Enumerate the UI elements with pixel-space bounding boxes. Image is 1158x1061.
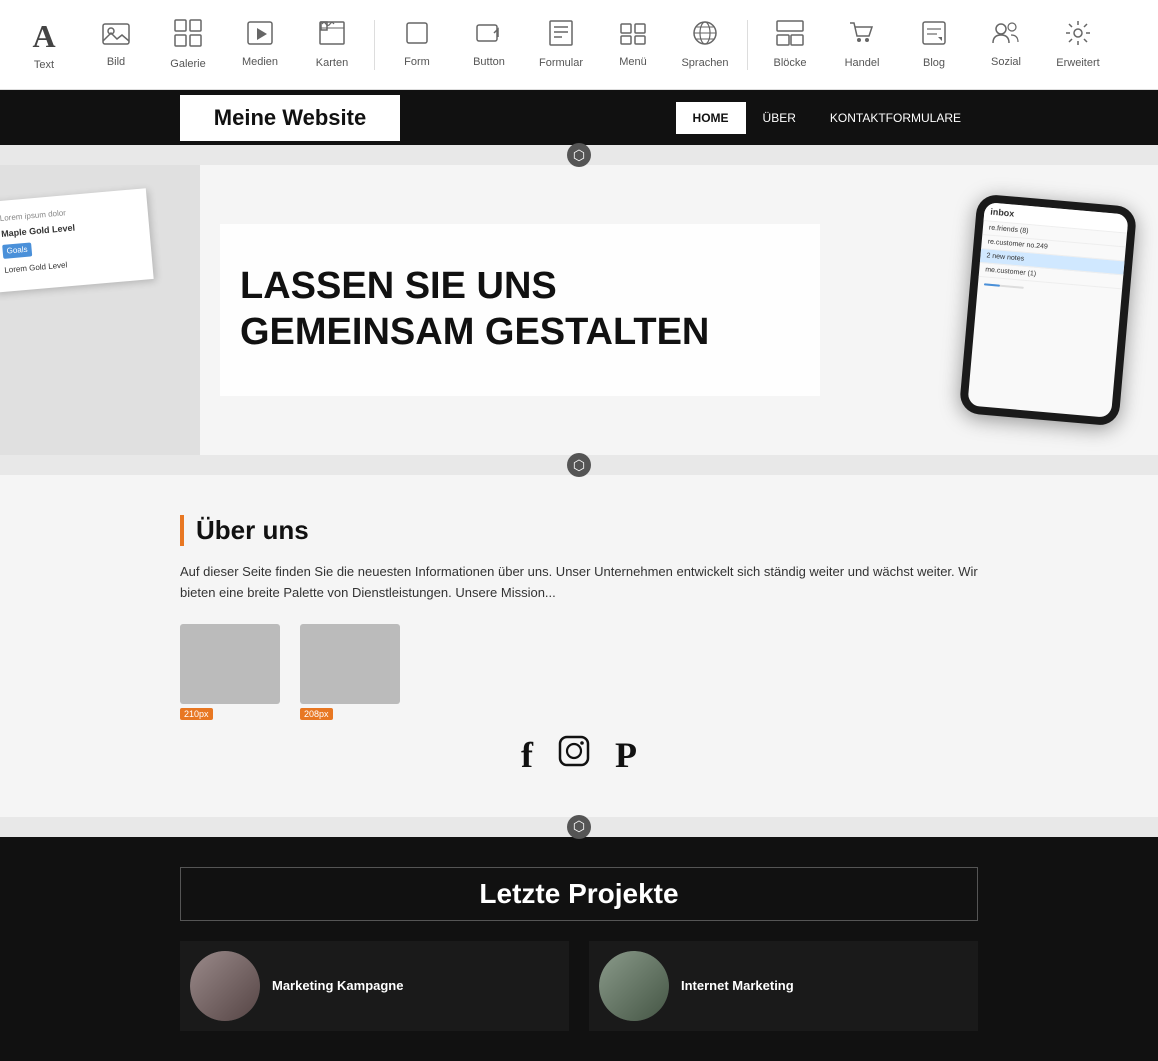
toolbar-label-button: Button xyxy=(473,56,505,68)
toolbar-item-text[interactable]: A Text xyxy=(10,7,78,82)
toolbar-label-galerie: Galerie xyxy=(170,58,205,70)
toolbar-label-text: Text xyxy=(34,59,54,71)
project-thumb-1 xyxy=(599,951,669,1021)
hero-title: LASSEN SIE UNS GEMEINSAM GESTALTEN xyxy=(240,264,800,355)
handel-icon xyxy=(849,20,875,53)
hero-content: LASSEN SIE UNS GEMEINSAM GESTALTEN xyxy=(220,224,820,395)
project-card-0: Marketing Kampagne xyxy=(180,941,569,1031)
toolbar: A Text Bild Galerie Medien Karten Form xyxy=(0,0,1158,90)
toolbar-label-formular: Formular xyxy=(539,57,583,69)
resize-handle-nav[interactable]: ⬡ xyxy=(0,145,1158,165)
instagram-icon[interactable] xyxy=(557,734,591,777)
about-image-2 xyxy=(300,624,400,704)
nav-link-ueber[interactable]: ÜBER xyxy=(746,102,813,134)
toolbar-divider-2 xyxy=(747,20,748,70)
toolbar-label-blog: Blog xyxy=(923,57,945,69)
about-social: f P xyxy=(180,734,978,777)
nav-link-home[interactable]: HOME xyxy=(676,102,746,134)
toolbar-label-bloecke: Blöcke xyxy=(773,57,806,69)
about-images: 210px 208px xyxy=(180,624,978,724)
about-text: Auf dieser Seite finden Sie die neuesten… xyxy=(180,562,978,604)
medien-icon xyxy=(247,21,273,52)
bild-icon xyxy=(102,21,130,52)
toolbar-item-handel[interactable]: Handel xyxy=(828,7,896,82)
form-icon xyxy=(405,21,429,52)
sprachen-icon xyxy=(692,20,718,53)
site-navigation: Meine Website HOME ÜBER KONTAKTFORMULARE xyxy=(0,90,1158,145)
image-size-label-1: 210px xyxy=(180,708,213,720)
hero-section: Lorem ipsum dolor Maple Gold Level Goals… xyxy=(0,165,1158,455)
pinterest-icon[interactable]: P xyxy=(615,734,637,776)
button-icon xyxy=(476,21,502,52)
resize-btn-nav[interactable]: ⬡ xyxy=(567,143,591,167)
nav-links: HOME ÜBER KONTAKTFORMULARE xyxy=(676,102,978,134)
toolbar-item-medien[interactable]: Medien xyxy=(226,7,294,82)
toolbar-label-menue: Menü xyxy=(619,56,647,68)
toolbar-item-galerie[interactable]: Galerie xyxy=(154,7,222,82)
karten-icon xyxy=(319,20,345,53)
sticky-note: Lorem ipsum dolor Maple Gold Level Goals… xyxy=(0,188,154,292)
project-info-1: Internet Marketing xyxy=(681,978,794,993)
menue-icon xyxy=(620,21,646,52)
resize-btn-hero[interactable]: ⬡ xyxy=(567,453,591,477)
phone-mockup: inbox re.friends (8) re.customer no.249 … xyxy=(959,193,1138,426)
text-icon: A xyxy=(32,18,55,55)
phone-screen: inbox re.friends (8) re.customer no.249 … xyxy=(967,202,1128,418)
resize-btn-about[interactable]: ⬡ xyxy=(567,815,591,839)
galerie-icon xyxy=(174,19,202,54)
toolbar-item-form[interactable]: Form xyxy=(383,7,451,82)
toolbar-item-sozial[interactable]: Sozial xyxy=(972,7,1040,82)
toolbar-item-bild[interactable]: Bild xyxy=(82,7,150,82)
about-content: Über uns Auf dieser Seite finden Sie die… xyxy=(180,515,978,777)
toolbar-label-bild: Bild xyxy=(107,56,125,68)
toolbar-item-formular[interactable]: Formular xyxy=(527,7,595,82)
toolbar-label-medien: Medien xyxy=(242,56,278,68)
hero-bg-right: inbox re.friends (8) re.customer no.249 … xyxy=(938,165,1158,455)
toolbar-label-sozial: Sozial xyxy=(991,56,1021,68)
toolbar-label-karten: Karten xyxy=(316,57,348,69)
toolbar-item-sprachen[interactable]: Sprachen xyxy=(671,7,739,82)
toolbar-item-blog[interactable]: Blog xyxy=(900,7,968,82)
formular-icon xyxy=(548,20,574,53)
toolbar-label-erweitert: Erweitert xyxy=(1056,57,1099,69)
toolbar-label-sprachen: Sprachen xyxy=(681,57,728,69)
toolbar-item-erweitert[interactable]: Erweitert xyxy=(1044,7,1112,82)
project-info-0: Marketing Kampagne xyxy=(272,978,403,993)
bloecke-icon xyxy=(776,20,804,53)
erweitert-icon xyxy=(1065,20,1091,53)
resize-handle-hero[interactable]: ⬡ xyxy=(0,455,1158,475)
about-title: Über uns xyxy=(180,515,978,546)
project-name-0: Marketing Kampagne xyxy=(272,978,403,993)
image-size-label-2: 208px xyxy=(300,708,333,720)
project-name-1: Internet Marketing xyxy=(681,978,794,993)
toolbar-item-menue[interactable]: Menü xyxy=(599,7,667,82)
nav-link-kontakt[interactable]: KONTAKTFORMULARE xyxy=(813,102,978,134)
site-logo[interactable]: Meine Website xyxy=(180,95,400,141)
sozial-icon xyxy=(992,21,1020,52)
project-card-1: Internet Marketing xyxy=(589,941,978,1031)
toolbar-item-bloecke[interactable]: Blöcke xyxy=(756,7,824,82)
about-section: Über uns Auf dieser Seite finden Sie die… xyxy=(0,475,1158,817)
site-logo-text: Meine Website xyxy=(214,105,366,130)
toolbar-item-button[interactable]: Button xyxy=(455,7,523,82)
toolbar-label-form: Form xyxy=(404,56,430,68)
toolbar-label-handel: Handel xyxy=(845,57,880,69)
blog-icon xyxy=(921,20,947,53)
about-image-1 xyxy=(180,624,280,704)
projects-grid: Marketing Kampagne Internet Marketing xyxy=(180,941,978,1031)
resize-handle-about[interactable]: ⬡ xyxy=(0,817,1158,837)
editor-area: Meine Website HOME ÜBER KONTAKTFORMULARE… xyxy=(0,90,1158,1061)
hero-bg-left: Lorem ipsum dolor Maple Gold Level Goals… xyxy=(0,165,200,455)
project-thumb-0 xyxy=(190,951,260,1021)
toolbar-divider-1 xyxy=(374,20,375,70)
toolbar-item-karten[interactable]: Karten xyxy=(298,7,366,82)
projects-title: Letzte Projekte xyxy=(180,867,978,921)
projects-section: Letzte Projekte Marketing Kampagne Inter… xyxy=(0,837,1158,1061)
facebook-icon[interactable]: f xyxy=(521,734,533,776)
